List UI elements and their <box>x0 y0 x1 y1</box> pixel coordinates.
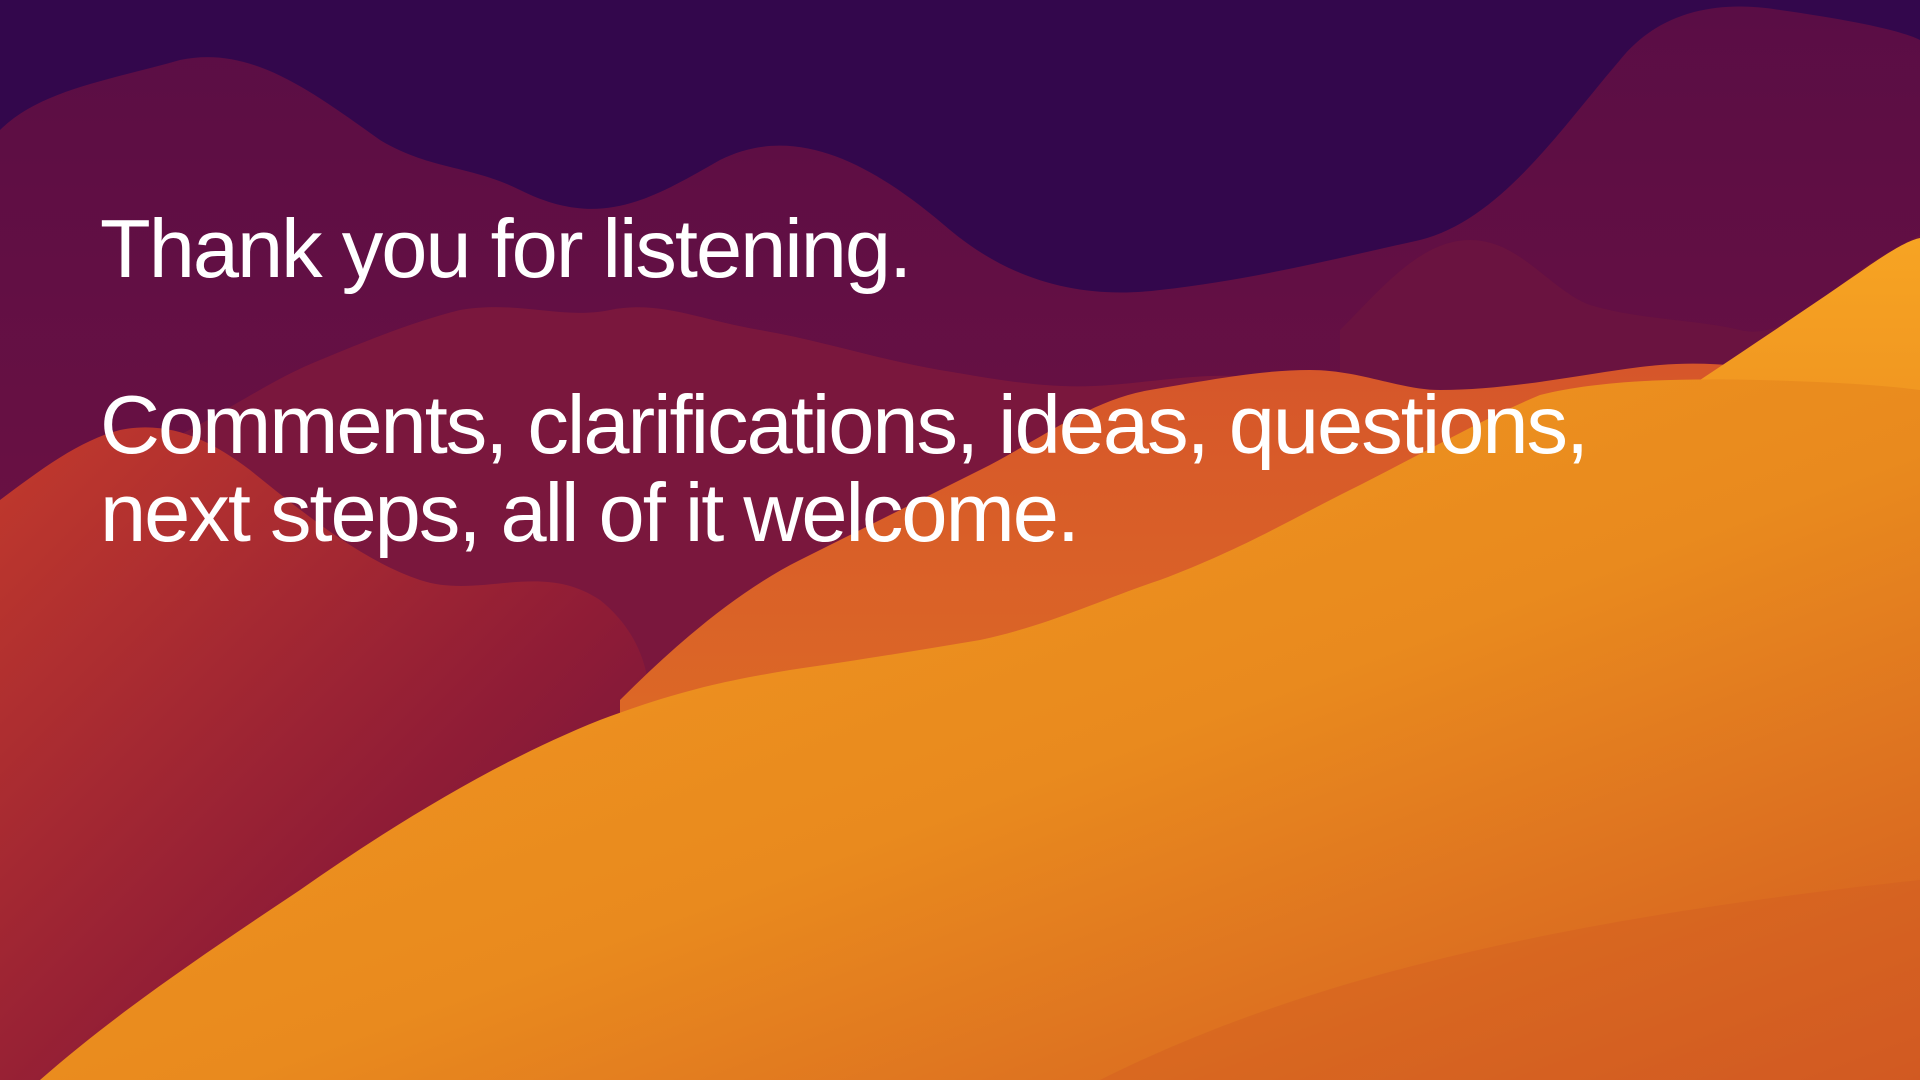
slide: Thank you for listening. Comments, clari… <box>0 0 1920 1080</box>
slide-title: Thank you for listening. <box>100 202 912 295</box>
slide-body: Comments, clarifications, ideas, questio… <box>100 378 1589 559</box>
text-block: Thank you for listening. Comments, clari… <box>100 205 1860 557</box>
